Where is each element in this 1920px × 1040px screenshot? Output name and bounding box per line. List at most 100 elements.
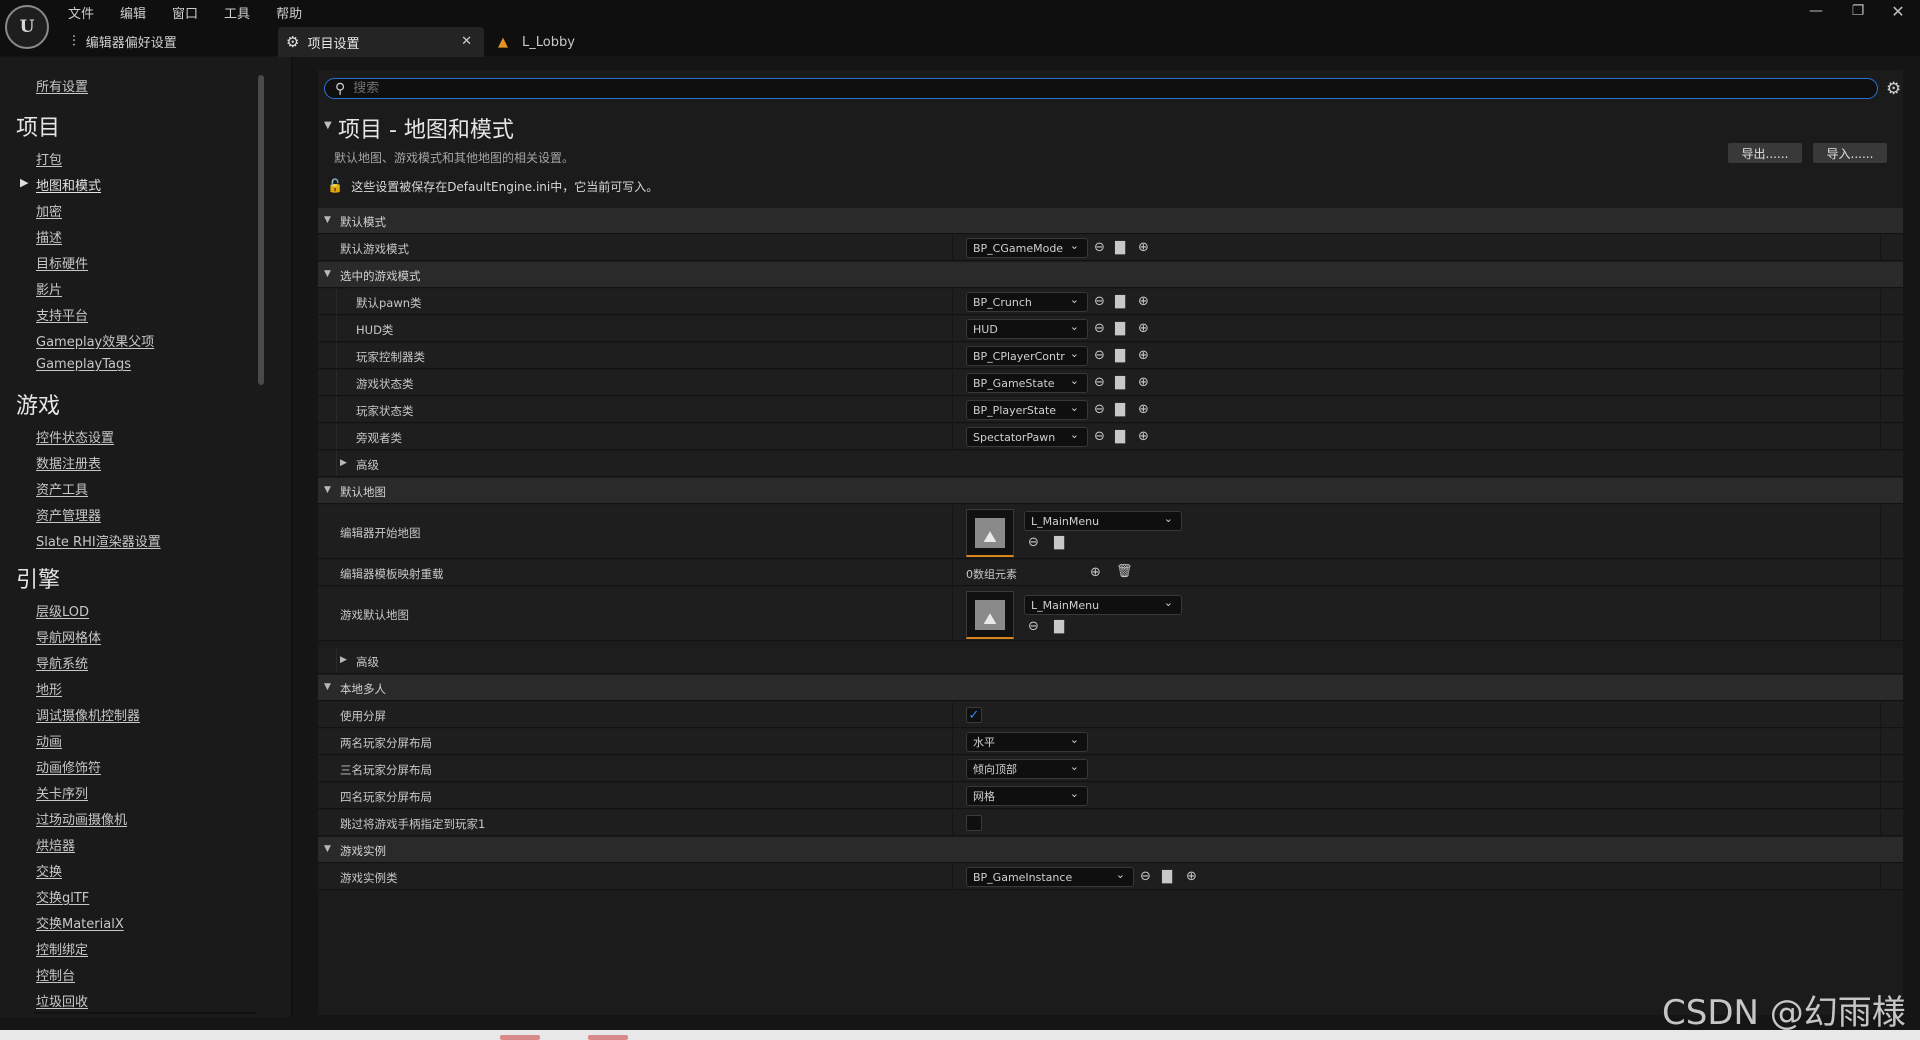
player-controller-combo[interactable]: BP_CPlayerController ⌄	[966, 346, 1088, 366]
browse-folder-icon[interactable]: ▇	[1054, 535, 1064, 550]
editor-start-map-combo[interactable]: L_MainMenu ⌄	[1024, 511, 1182, 531]
sidebar-scrollbar[interactable]	[258, 75, 264, 385]
category-default-maps[interactable]: ▼ 默认地图	[318, 478, 1903, 504]
unreal-logo-icon[interactable]: U	[5, 5, 49, 49]
sidebar-item-asset-manager[interactable]: 资产管理器	[36, 505, 101, 524]
menu-tools[interactable]: 工具	[223, 3, 251, 22]
sidebar-item-control-rig[interactable]: 控制绑定	[36, 939, 88, 958]
menu-window[interactable]: 窗口	[171, 3, 199, 22]
sidebar-item-supported-platforms[interactable]: 支持平台	[36, 305, 88, 324]
close-window-button[interactable]: ✕	[1878, 0, 1918, 22]
sidebar-item-anim-modifiers[interactable]: 动画修饰符	[36, 757, 101, 776]
browse-folder-icon[interactable]: ▇	[1115, 429, 1125, 444]
game-default-map-combo[interactable]: L_MainMenu ⌄	[1024, 595, 1182, 615]
browse-folder-icon[interactable]: ▇	[1115, 321, 1125, 336]
sidebar-item-target-hardware[interactable]: 目标硬件	[36, 253, 88, 272]
two-player-layout-select[interactable]: 水平 ⌄	[966, 732, 1088, 752]
reset-arrow-icon[interactable]: ⊖	[1028, 535, 1039, 550]
sidebar-all-settings[interactable]: 所有设置	[36, 76, 88, 95]
gear-icon[interactable]: ⚙	[1886, 79, 1901, 99]
category-selected-game-mode[interactable]: ▼ 选中的游戏模式	[318, 262, 1903, 288]
sidebar-item-packaging[interactable]: 打包	[36, 149, 62, 168]
sidebar-item-description[interactable]: 描述	[36, 227, 62, 246]
add-new-icon[interactable]: ⊕	[1138, 240, 1149, 255]
browse-folder-icon[interactable]: ▇	[1054, 619, 1064, 634]
advanced-section-maps[interactable]: ▶ 高级	[318, 648, 1903, 674]
sidebar-item-data-registry[interactable]: 数据注册表	[36, 453, 101, 472]
browse-folder-icon[interactable]: ▇	[1162, 869, 1172, 884]
search-input[interactable]	[353, 81, 1754, 96]
reset-arrow-icon[interactable]: ⊖	[1028, 619, 1039, 634]
reset-arrow-icon[interactable]: ⊖	[1140, 869, 1151, 884]
export-button[interactable]: 导出......	[1728, 143, 1802, 163]
sidebar-item-gameplay-effects-parent[interactable]: Gameplay效果父项	[36, 331, 154, 350]
advanced-section-modes[interactable]: ▶ 高级	[318, 451, 1903, 477]
map-thumbnail[interactable]: ⛰	[966, 509, 1014, 557]
browse-folder-icon[interactable]: ▇	[1115, 240, 1125, 255]
editor-preferences-tab[interactable]: ⫶ 编辑器偏好设置	[72, 30, 177, 52]
splitscreen-checkbox[interactable]: ✓	[966, 707, 982, 723]
sidebar-item-console[interactable]: 控制台	[36, 965, 75, 984]
collapse-arrow-icon[interactable]: ▼	[324, 120, 332, 131]
sidebar-item-garbage-collection[interactable]: 垃圾回收	[36, 991, 88, 1010]
tab-l-lobby[interactable]: ▲ L_Lobby	[498, 27, 575, 57]
import-button[interactable]: 导入......	[1813, 143, 1887, 163]
menu-help[interactable]: 帮助	[275, 3, 303, 22]
reset-arrow-icon[interactable]: ⊖	[1094, 240, 1105, 255]
browse-folder-icon[interactable]: ▇	[1115, 402, 1125, 417]
sidebar-item-interchange-gltf[interactable]: 交换glTF	[36, 887, 89, 906]
player-state-combo[interactable]: BP_PlayerState ⌄	[966, 400, 1088, 420]
sidebar-item-level-sequence[interactable]: 关卡序列	[36, 783, 88, 802]
reset-arrow-icon[interactable]: ⊖	[1094, 402, 1105, 417]
add-element-icon[interactable]: ⊕	[1090, 565, 1101, 580]
add-new-icon[interactable]: ⊕	[1138, 429, 1149, 444]
sidebar-item-debug-camera[interactable]: 调试摄像机控制器	[36, 705, 140, 724]
sidebar-item-gameplay-tags[interactable]: GameplayTags	[36, 357, 131, 372]
sidebar-item-cine-camera[interactable]: 过场动画摄像机	[36, 809, 127, 828]
unlock-icon[interactable]: 🔓	[327, 179, 343, 194]
four-player-layout-select[interactable]: 网格 ⌄	[966, 786, 1088, 806]
menu-edit[interactable]: 编辑	[119, 3, 147, 22]
sidebar-item-cooker[interactable]: 烘焙器	[36, 835, 75, 854]
game-mode-combo[interactable]: BP_CGameMode ⌄	[966, 238, 1088, 258]
sidebar-item-hlod[interactable]: 层级LOD	[36, 601, 89, 620]
sidebar-item-widget-state[interactable]: 控件状态设置	[36, 427, 114, 446]
sidebar-item-crypto[interactable]: 加密	[36, 201, 62, 220]
sidebar-item-navmesh[interactable]: 导航网格体	[36, 627, 101, 646]
menu-file[interactable]: 文件	[67, 3, 95, 22]
sidebar-item-interchange[interactable]: 交换	[36, 861, 62, 880]
browse-folder-icon[interactable]: ▇	[1115, 348, 1125, 363]
restore-button[interactable]: ❐	[1838, 0, 1878, 22]
map-thumbnail[interactable]: ⛰	[966, 591, 1014, 639]
category-default-modes[interactable]: ▼ 默认模式	[318, 208, 1903, 234]
search-bar[interactable]: ⚲	[324, 78, 1878, 99]
add-new-icon[interactable]: ⊕	[1138, 321, 1149, 336]
game-state-combo[interactable]: BP_GameState ⌄	[966, 373, 1088, 393]
add-new-icon[interactable]: ⊕	[1138, 375, 1149, 390]
sidebar-item-interchange-materialx[interactable]: 交换MaterialX	[36, 913, 124, 932]
browse-folder-icon[interactable]: ▇	[1115, 294, 1125, 309]
hud-class-combo[interactable]: HUD ⌄	[966, 319, 1088, 339]
sidebar-item-movies[interactable]: 影片	[36, 279, 62, 298]
spectator-combo[interactable]: SpectatorPawn ⌄	[966, 427, 1088, 447]
tab-project-settings[interactable]: ⚙ 项目设置 ✕	[278, 27, 484, 57]
pawn-class-combo[interactable]: BP_Crunch ⌄	[966, 292, 1088, 312]
sidebar-item-landscape[interactable]: 地形	[36, 679, 62, 698]
skip-gamepad-checkbox[interactable]	[966, 815, 982, 831]
reset-arrow-icon[interactable]: ⊖	[1094, 375, 1105, 390]
minimize-button[interactable]: —	[1796, 0, 1836, 22]
sidebar-item-slate-rhi[interactable]: Slate RHI渲染器设置	[36, 531, 161, 550]
game-instance-combo[interactable]: BP_GameInstance ⌄	[966, 867, 1134, 887]
reset-arrow-icon[interactable]: ⊖	[1094, 294, 1105, 309]
add-new-icon[interactable]: ⊕	[1138, 402, 1149, 417]
three-player-layout-select[interactable]: 倾向顶部 ⌄	[966, 759, 1088, 779]
reset-arrow-icon[interactable]: ⊖	[1094, 321, 1105, 336]
sidebar-item-animation[interactable]: 动画	[36, 731, 62, 750]
close-tab-icon[interactable]: ✕	[461, 34, 472, 49]
browse-folder-icon[interactable]: ▇	[1115, 375, 1125, 390]
sidebar-item-asset-tools[interactable]: 资产工具	[36, 479, 88, 498]
category-game-instance[interactable]: ▼ 游戏实例	[318, 837, 1903, 863]
add-new-icon[interactable]: ⊕	[1186, 869, 1197, 884]
reset-arrow-icon[interactable]: ⊖	[1094, 429, 1105, 444]
category-local-multiplayer[interactable]: ▼ 本地多人	[318, 675, 1903, 701]
